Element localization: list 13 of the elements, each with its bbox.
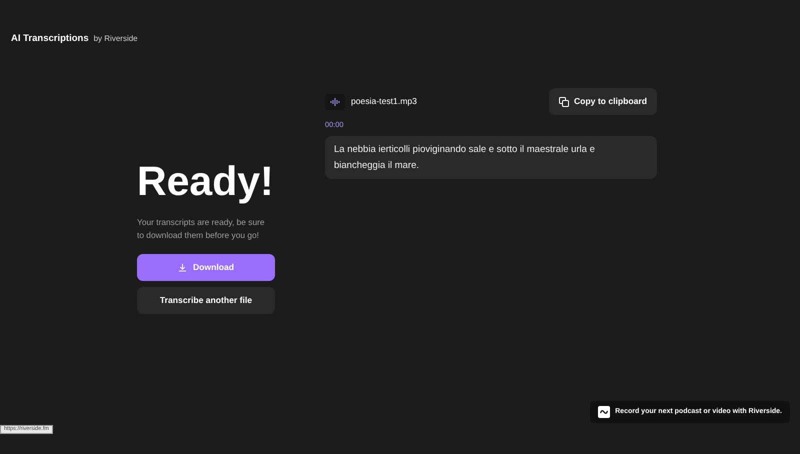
app-title: AI Transcriptions: [11, 32, 89, 46]
file-name: poesia-test1.mp3: [351, 95, 417, 108]
byline: by Riverside: [94, 33, 138, 45]
ready-heading: Ready!: [137, 157, 275, 206]
ready-message: Your transcripts are ready, be sure to download them before you go!: [137, 216, 266, 242]
transcript-text: La nebbia ierticolli pioviginando sale e sotto il maestrale urla e biancheggia il mare.: [325, 136, 657, 179]
copy-icon: [558, 96, 569, 107]
transcribe-button[interactable]: Transcribe another file: [137, 287, 275, 314]
wave-logo-icon: [598, 406, 610, 418]
copy-button[interactable]: Copy to clipboard: [548, 88, 657, 116]
audio-wave-icon: [325, 94, 345, 110]
download-button[interactable]: Download: [137, 254, 275, 282]
download-icon: [178, 263, 187, 272]
